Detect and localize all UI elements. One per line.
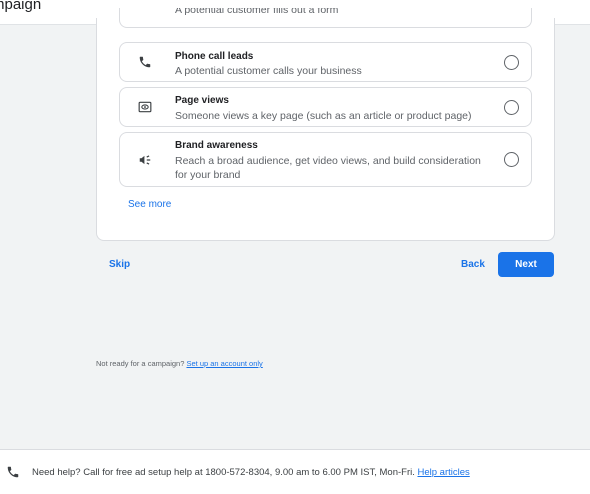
next-button[interactable]: Next [498,252,554,277]
setup-account-only-link[interactable]: Set up an account only [186,359,262,368]
goal-option-title: Brand awareness [175,140,258,151]
phone-icon [137,54,153,70]
goal-option-leads[interactable]: A potential customer fills out a form [119,8,532,28]
account-only-prompt: Not ready for a campaign? Set up an acco… [96,359,263,368]
help-footer: Need help? Call for free ad setup help a… [0,449,590,494]
goal-option-desc: A potential customer calls your business [175,65,362,77]
account-only-text: Not ready for a campaign? [96,359,185,368]
help-text: Need help? Call for free ad setup help a… [32,467,470,478]
goal-radio-page-views[interactable] [504,100,519,115]
page-title: mpaign [0,0,42,13]
goal-radio-phone-calls[interactable] [504,55,519,70]
help-phone-text: Need help? Call for free ad setup help a… [32,467,415,478]
see-more-link[interactable]: See more [128,199,171,210]
goal-option-title: Phone call leads [175,51,254,62]
skip-button[interactable]: Skip [109,259,130,270]
goal-option-desc: Reach a broad audience, get video views,… [175,155,481,181]
goal-option-title: Page views [175,95,229,106]
goal-option-leads-desc: A potential customer fills out a form [175,8,339,16]
help-articles-link[interactable]: Help articles [418,467,470,478]
goal-option-desc: Someone views a key page (such as an art… [175,110,472,122]
megaphone-icon [137,152,153,168]
goal-selection-card: A potential customer fills out a form Ph… [96,8,555,241]
goal-option-page-views[interactable]: Page views Someone views a key page (suc… [119,87,532,127]
goal-radio-brand-awareness[interactable] [504,152,519,167]
back-button[interactable]: Back [461,259,485,270]
page-view-icon [137,99,153,115]
goal-option-phone-calls[interactable]: Phone call leads A potential customer ca… [119,42,532,82]
goal-option-brand-awareness[interactable]: Brand awareness Reach a broad audience, … [119,132,532,187]
phone-icon [6,465,20,479]
